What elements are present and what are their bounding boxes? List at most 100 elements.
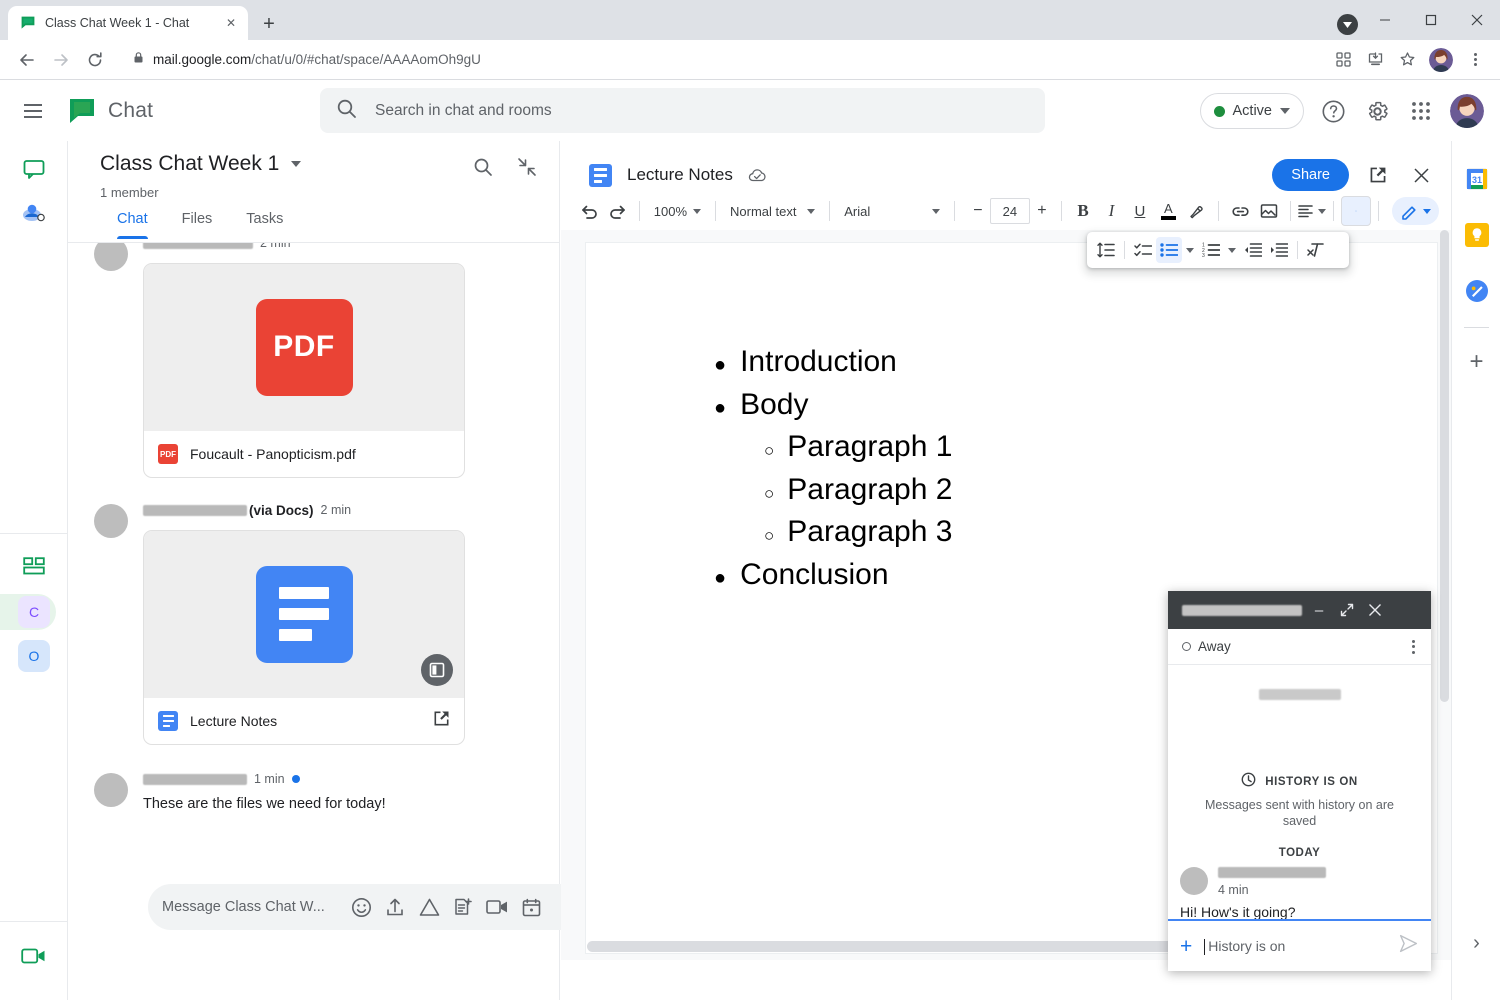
undo-icon[interactable]: [575, 196, 603, 226]
line-spacing-icon[interactable]: [1093, 237, 1119, 263]
decrease-indent-icon[interactable]: [1240, 237, 1266, 263]
url-bar[interactable]: mail.google.com/chat/u/0/#chat/space/AAA…: [122, 46, 1320, 74]
paragraph-style-selector[interactable]: Normal text: [723, 198, 822, 224]
more-options-icon[interactable]: [1341, 196, 1372, 226]
popup-more-options-icon[interactable]: [1406, 636, 1421, 658]
create-doc-icon[interactable]: [446, 890, 480, 924]
popup-titlebar[interactable]: –: [1168, 591, 1431, 629]
open-in-new-icon[interactable]: [1364, 161, 1392, 189]
sidebar-item-chat[interactable]: [0, 149, 68, 193]
video-call-icon[interactable]: [480, 890, 514, 924]
clear-formatting-icon[interactable]: [1303, 237, 1329, 263]
bookmark-star-icon[interactable]: [1392, 45, 1422, 75]
new-tab-button[interactable]: +: [256, 11, 282, 37]
font-selector[interactable]: Arial: [837, 198, 947, 224]
browser-tab[interactable]: Class Chat Week 1 - Chat ✕: [8, 6, 248, 40]
google-calendar-icon: 31: [1465, 167, 1489, 196]
redo-icon[interactable]: [603, 196, 631, 226]
popup-composer[interactable]: + History is on: [1168, 919, 1431, 971]
popup-expand-icon[interactable]: [1336, 599, 1358, 621]
tab-files[interactable]: Files: [165, 203, 230, 239]
popup-send-button[interactable]: [1398, 933, 1419, 959]
open-in-new-icon[interactable]: [433, 710, 450, 732]
align-icon[interactable]: [1298, 196, 1326, 226]
share-button[interactable]: Share: [1272, 159, 1349, 191]
space-search-icon[interactable]: [469, 153, 497, 181]
pdf-mini-icon: PDF: [158, 444, 178, 464]
text-color-button[interactable]: A: [1154, 196, 1182, 226]
back-button[interactable]: [10, 43, 44, 77]
italic-button[interactable]: I: [1097, 196, 1125, 226]
sidebar-item-tasks[interactable]: [1452, 265, 1500, 321]
qr-code-icon[interactable]: [1328, 45, 1358, 75]
bold-button[interactable]: B: [1069, 196, 1097, 226]
popup-minimize-button[interactable]: –: [1308, 599, 1330, 621]
upload-icon[interactable]: [378, 890, 412, 924]
tab-close-icon[interactable]: ✕: [222, 14, 240, 32]
presence-status-button[interactable]: Active: [1199, 93, 1304, 129]
tab-search-caret-icon[interactable]: [1337, 14, 1358, 35]
add-app-button[interactable]: +: [1452, 334, 1500, 390]
sidebar-item-keep[interactable]: [1452, 209, 1500, 265]
sidebar-item-space-c[interactable]: C: [0, 590, 68, 634]
highlight-color-icon[interactable]: [1183, 196, 1211, 226]
sidebar-item-people[interactable]: [0, 193, 68, 237]
tab-tasks[interactable]: Tasks: [229, 203, 300, 239]
document-title[interactable]: Lecture Notes: [627, 165, 733, 185]
popup-conversation[interactable]: HISTORY IS ON Messages sent with history…: [1168, 665, 1431, 919]
preview-side-panel-icon[interactable]: [421, 654, 453, 686]
window-close-button[interactable]: [1454, 0, 1500, 40]
numbered-list-icon[interactable]: 123: [1198, 237, 1224, 263]
popup-add-icon[interactable]: +: [1180, 936, 1192, 957]
underline-button[interactable]: U: [1126, 196, 1154, 226]
increase-indent-icon[interactable]: [1266, 237, 1292, 263]
insert-image-icon[interactable]: [1254, 196, 1282, 226]
help-icon[interactable]: [1318, 96, 1348, 126]
sidebar-item-meet[interactable]: [0, 936, 68, 980]
install-app-icon[interactable]: [1360, 45, 1390, 75]
svg-text:3: 3: [1202, 253, 1205, 258]
browser-profile-avatar[interactable]: [1429, 47, 1453, 72]
close-icon[interactable]: [1407, 161, 1435, 189]
bulleted-list-icon[interactable]: [1156, 237, 1182, 263]
tab-chat[interactable]: Chat: [100, 203, 165, 239]
decrease-font-size-button[interactable]: −: [966, 198, 990, 224]
main-menu-icon[interactable]: [12, 90, 54, 132]
browser-menu-icon[interactable]: [1460, 45, 1490, 75]
chevron-down-icon[interactable]: [291, 161, 302, 167]
attachment-card-pdf[interactable]: PDF PDF Foucault - Panopticism.pdf: [143, 263, 465, 478]
document-outline-list[interactable]: ● Introduction ● Body ○ Paragraph 1 ○ Pa…: [714, 341, 952, 597]
message-list[interactable]: 2 min PDF PDF Foucault - Panopticism.pdf: [68, 243, 560, 898]
user-avatar[interactable]: [1450, 94, 1484, 128]
forward-button[interactable]: [44, 43, 78, 77]
settings-gear-icon[interactable]: [1362, 96, 1392, 126]
popup-message-input[interactable]: History is on: [1204, 938, 1386, 955]
space-title-row[interactable]: Class Chat Week 1: [100, 152, 302, 176]
sidebar-item-space-o[interactable]: O: [0, 634, 68, 678]
insert-link-icon[interactable]: [1226, 196, 1254, 226]
editing-mode-button[interactable]: [1392, 197, 1440, 225]
sidebar-item-calendar[interactable]: 31: [1452, 153, 1500, 209]
popup-close-icon[interactable]: [1364, 599, 1386, 621]
window-minimize-button[interactable]: [1362, 0, 1408, 40]
sidebar-item-spaces[interactable]: [0, 546, 68, 590]
search-input[interactable]: Search in chat and rooms: [320, 88, 1045, 133]
chevron-down-icon[interactable]: [1186, 247, 1194, 253]
attachment-card-doc[interactable]: Lecture Notes: [143, 530, 465, 745]
collapse-panel-icon[interactable]: [513, 153, 541, 181]
checklist-icon[interactable]: [1130, 237, 1156, 263]
chevron-down-icon[interactable]: [1228, 247, 1236, 253]
document-vertical-scrollbar[interactable]: [1440, 230, 1449, 702]
font-size-stepper[interactable]: − 24 +: [966, 198, 1054, 224]
calendar-icon[interactable]: [514, 890, 548, 924]
message-composer[interactable]: Message Class Chat W...: [148, 884, 588, 930]
reload-button[interactable]: [78, 43, 112, 77]
google-drive-icon[interactable]: [412, 890, 446, 924]
window-maximize-button[interactable]: [1408, 0, 1454, 40]
increase-font-size-button[interactable]: +: [1030, 198, 1054, 224]
google-apps-grid-icon[interactable]: [1406, 96, 1436, 126]
zoom-selector[interactable]: 100%: [647, 198, 708, 224]
font-size-value[interactable]: 24: [989, 198, 1030, 224]
expand-panel-button[interactable]: ›: [1452, 928, 1500, 958]
emoji-icon[interactable]: [344, 890, 378, 924]
